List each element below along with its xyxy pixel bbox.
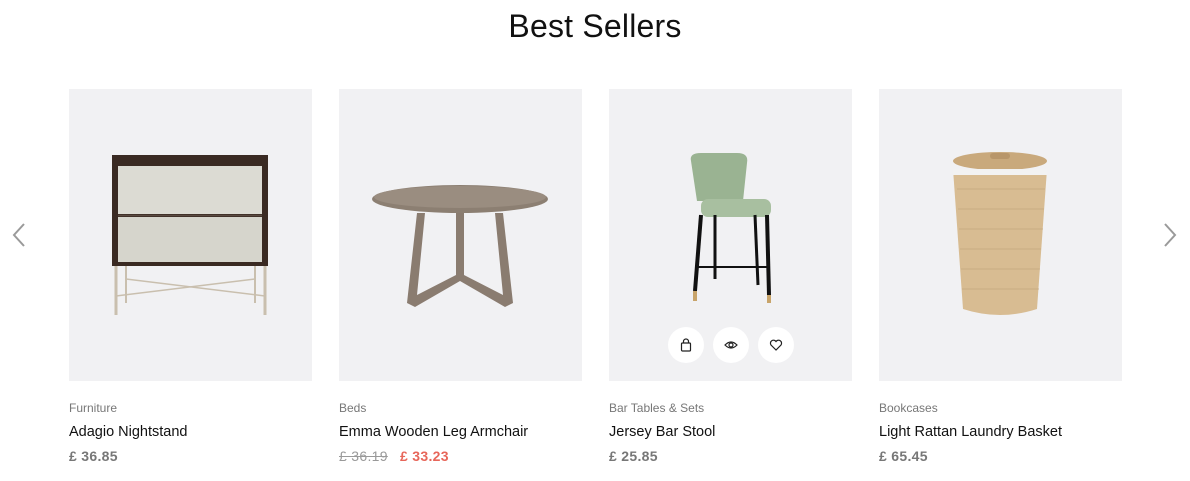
carousel-next-button[interactable]	[1158, 220, 1182, 250]
product-actions	[609, 327, 852, 363]
product-name[interactable]: Jersey Bar Stool	[609, 424, 852, 440]
section-title: Best Sellers	[508, 8, 682, 44]
product-card: Furniture Adagio Nightstand £ 36.85	[69, 89, 312, 464]
product-category[interactable]: Bar Tables & Sets	[609, 401, 852, 415]
current-price: £ 36.85	[69, 448, 118, 464]
product-name[interactable]: Adagio Nightstand	[69, 424, 312, 440]
product-card: Bookcases Light Rattan Laundry Basket £ …	[879, 89, 1122, 464]
quick-view-button[interactable]	[712, 327, 749, 363]
chevron-right-icon	[1164, 223, 1177, 247]
bag-icon	[680, 338, 691, 352]
current-price: £ 25.85	[609, 448, 658, 464]
product-category[interactable]: Beds	[339, 401, 582, 415]
rattan-basket-image	[953, 152, 1047, 315]
original-price: £ 36.19	[339, 448, 388, 464]
product-category[interactable]: Furniture	[69, 401, 312, 415]
round-table-image	[372, 185, 548, 307]
heart-icon	[769, 339, 782, 351]
product-price: £ 36.85	[69, 448, 312, 464]
product-card: Beds Emma Wooden Leg Armchair £ 36.19 £ …	[339, 89, 582, 464]
product-price: £ 36.19 £ 33.23	[339, 448, 582, 464]
add-to-cart-button[interactable]	[667, 327, 704, 363]
product-image-link[interactable]	[879, 89, 1122, 381]
current-price: £ 65.45	[879, 448, 928, 464]
sale-price: £ 33.23	[400, 448, 449, 464]
product-price: £ 25.85	[609, 448, 852, 464]
product-image-link[interactable]	[339, 89, 582, 381]
product-card: Bar Tables & Sets Jersey Bar Stool £ 25.…	[609, 89, 852, 464]
chevron-left-icon	[12, 223, 25, 247]
wishlist-button[interactable]	[757, 327, 794, 363]
eye-icon	[723, 341, 738, 349]
product-price: £ 65.45	[879, 448, 1122, 464]
product-image-link[interactable]	[69, 89, 312, 381]
carousel-prev-button[interactable]	[7, 220, 31, 250]
product-category[interactable]: Bookcases	[879, 401, 1122, 415]
product-name[interactable]: Emma Wooden Leg Armchair	[339, 424, 582, 440]
product-image-link[interactable]	[609, 89, 852, 381]
nightstand-image	[112, 155, 268, 315]
product-name[interactable]: Light Rattan Laundry Basket	[879, 424, 1122, 440]
